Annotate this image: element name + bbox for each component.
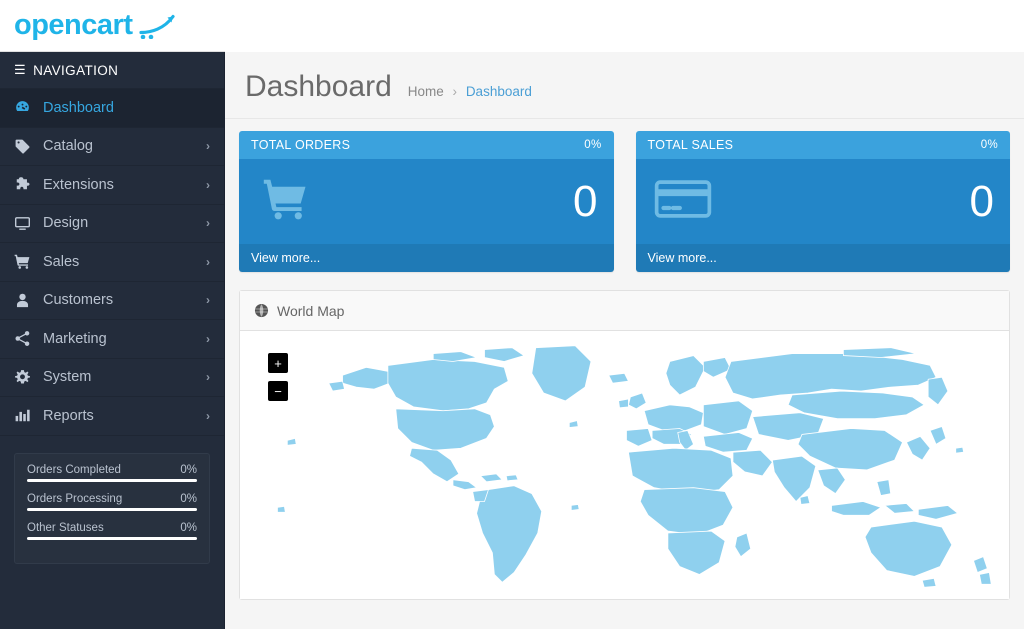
world-map-vector xyxy=(277,345,992,588)
stat-label: Orders Completed xyxy=(27,463,121,476)
dashboard-gauge-icon xyxy=(14,99,38,116)
sidebar-item-label: Customers xyxy=(43,292,114,309)
stat-value: 0% xyxy=(180,492,197,505)
progress-bar-fill xyxy=(27,507,197,511)
page-title: Dashboard xyxy=(245,70,392,103)
opencart-admin-dashboard: opencart ☰ NAVIGATION Dashboard Catalog … xyxy=(0,0,1024,629)
tile-header: TOTAL SALES 0% xyxy=(635,131,1010,159)
progress-bar-fill xyxy=(27,478,197,482)
tag-icon xyxy=(14,138,38,155)
progress-bar-track xyxy=(27,536,197,540)
tile-percent-badge: 0% xyxy=(584,139,602,151)
sidebar-item-design[interactable]: Design › xyxy=(0,205,224,243)
sidebar-item-extensions[interactable]: Extensions › xyxy=(0,166,224,205)
page-header: Dashboard Home › Dashboard xyxy=(225,52,1024,119)
tile-total-orders: TOTAL ORDERS 0% 0 View more... xyxy=(239,131,614,272)
stat-label: Other Statuses xyxy=(27,521,104,534)
tile-header: TOTAL ORDERS 0% xyxy=(239,131,614,159)
sidebar-item-label: Reports xyxy=(43,407,94,424)
tile-footer-label: View more... xyxy=(251,251,321,265)
sidebar-item-dashboard[interactable]: Dashboard xyxy=(0,89,224,128)
tile-footer-label: View more... xyxy=(647,251,717,265)
tile-body: 0 xyxy=(635,159,1010,244)
world-map-panel: World Map + − xyxy=(239,290,1010,600)
chevron-right-icon: › xyxy=(206,293,210,308)
sidebar-nav-list: Dashboard Catalog › Extensions › Design … xyxy=(0,89,224,436)
sidebar: ☰ NAVIGATION Dashboard Catalog › Extensi… xyxy=(0,52,225,629)
shopping-cart-icon xyxy=(14,253,38,270)
progress-bar-fill xyxy=(27,536,197,540)
breadcrumb-current: Dashboard xyxy=(465,84,532,99)
tile-value: 0 xyxy=(573,176,598,226)
world-map-canvas[interactable]: + − xyxy=(240,331,1009,599)
navigation-header-label: NAVIGATION xyxy=(33,62,119,78)
sidebar-item-label: System xyxy=(43,369,92,386)
world-map-panel-header: World Map xyxy=(240,291,1009,331)
sidebar-item-label: Extensions xyxy=(43,176,114,193)
hamburger-icon: ☰ xyxy=(14,62,27,77)
breadcrumb: Home › Dashboard xyxy=(408,84,532,99)
main-content: Dashboard Home › Dashboard TOTAL ORDERS … xyxy=(225,52,1024,629)
navigation-header[interactable]: ☰ NAVIGATION xyxy=(0,52,224,89)
brand-logo[interactable]: opencart xyxy=(0,0,225,52)
sidebar-item-customers[interactable]: Customers › xyxy=(0,282,224,320)
tile-total-sales: TOTAL SALES 0% 0 View more... xyxy=(635,131,1010,272)
tile-title: TOTAL SALES xyxy=(647,138,734,152)
bar-chart-icon xyxy=(14,407,38,424)
sidebar-item-label: Marketing xyxy=(43,330,107,347)
chevron-right-icon: › xyxy=(206,370,210,385)
monitor-icon xyxy=(14,215,38,232)
stat-label: Orders Processing xyxy=(27,492,123,505)
stat-orders-processing: Orders Processing 0% xyxy=(27,493,197,511)
chevron-right-icon: › xyxy=(206,177,210,192)
breadcrumb-separator: › xyxy=(452,84,458,99)
chevron-right-icon: › xyxy=(206,216,210,231)
stat-orders-completed: Orders Completed 0% xyxy=(27,464,197,482)
world-map-panel-title: World Map xyxy=(277,302,345,319)
stat-value: 0% xyxy=(180,521,197,534)
sidebar-item-label: Sales xyxy=(43,253,80,270)
user-icon xyxy=(14,292,38,309)
gear-icon xyxy=(14,369,38,386)
cart-swoosh-icon xyxy=(138,13,178,39)
tile-view-more-link[interactable]: View more... xyxy=(635,244,1010,272)
sidebar-item-system[interactable]: System › xyxy=(0,359,224,397)
top-header-right-area xyxy=(225,0,1024,52)
tile-percent-badge: 0% xyxy=(980,139,998,151)
sidebar-item-label: Design xyxy=(43,215,89,232)
progress-bar-track xyxy=(27,507,197,511)
map-zoom-controls: + − xyxy=(268,353,288,401)
sidebar-item-label: Catalog xyxy=(43,138,93,155)
tile-value: 0 xyxy=(969,176,994,226)
sidebar-item-catalog[interactable]: Catalog › xyxy=(0,128,224,166)
tile-view-more-link[interactable]: View more... xyxy=(239,244,614,272)
sidebar-item-label: Dashboard xyxy=(43,99,114,116)
sidebar-item-marketing[interactable]: Marketing › xyxy=(0,320,224,359)
tile-body: 0 xyxy=(239,159,614,244)
map-zoom-out-button[interactable]: − xyxy=(268,381,288,401)
tile-title: TOTAL ORDERS xyxy=(251,138,351,152)
shopping-cart-icon xyxy=(257,175,315,228)
stat-tiles-row: TOTAL ORDERS 0% 0 View more... TOTAL SAL… xyxy=(239,131,1010,272)
chevron-right-icon: › xyxy=(206,139,210,154)
globe-icon xyxy=(254,303,269,318)
stat-value: 0% xyxy=(180,463,197,476)
map-zoom-in-button[interactable]: + xyxy=(268,353,288,373)
sidebar-item-sales[interactable]: Sales › xyxy=(0,243,224,282)
breadcrumb-home-link[interactable]: Home xyxy=(408,84,444,99)
chevron-right-icon: › xyxy=(206,331,210,346)
stat-other-statuses: Other Statuses 0% xyxy=(27,522,197,540)
progress-bar-track xyxy=(27,478,197,482)
chevron-right-icon: › xyxy=(206,408,210,423)
share-nodes-icon xyxy=(14,330,38,347)
puzzle-piece-icon xyxy=(14,176,38,193)
brand-logo-text: opencart xyxy=(14,9,133,41)
top-header-bar: opencart xyxy=(0,0,1024,52)
sidebar-item-reports[interactable]: Reports › xyxy=(0,397,224,436)
chevron-right-icon: › xyxy=(206,254,210,269)
credit-card-icon xyxy=(654,177,712,226)
order-status-stats-box: Orders Completed 0% Orders Processing 0% xyxy=(14,452,210,564)
content-area: TOTAL ORDERS 0% 0 View more... TOTAL SAL… xyxy=(225,119,1024,600)
